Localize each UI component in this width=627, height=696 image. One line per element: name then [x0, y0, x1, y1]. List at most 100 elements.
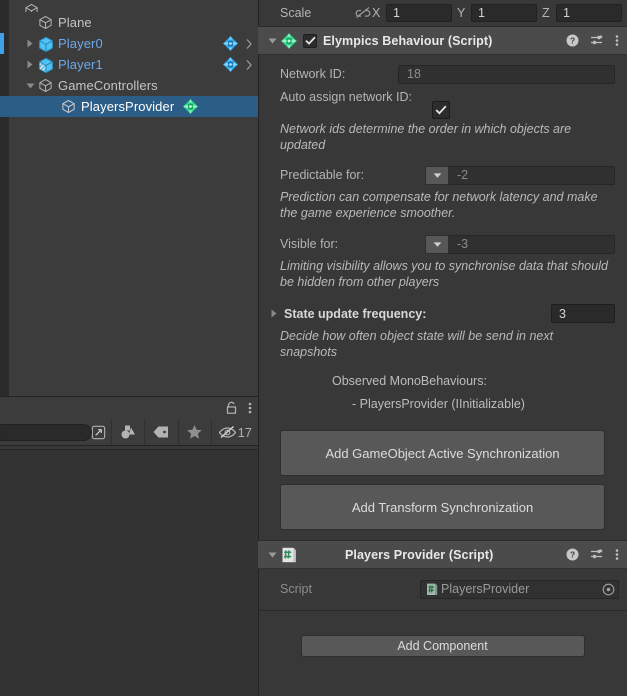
help-icon[interactable]: ?: [566, 548, 579, 561]
label-tag-filter-icon[interactable]: [145, 419, 177, 445]
add-component-area: Add Component: [258, 611, 627, 657]
elympics-gem-icon[interactable]: [222, 35, 239, 52]
cube-icon: [37, 77, 54, 94]
chevron-right-icon[interactable]: [244, 58, 254, 72]
chevron-down-icon[interactable]: [264, 551, 280, 559]
network-id-value: 18: [398, 64, 615, 84]
network-id-row: Network ID: 18: [258, 63, 627, 85]
cube-icon: [60, 98, 77, 115]
project-tab-strip: [0, 396, 258, 419]
preset-icon[interactable]: [590, 34, 604, 47]
predictable-for-value: -2: [449, 165, 615, 185]
script-value: PlayersProvider: [441, 582, 530, 596]
elympics-behaviour-body: Network ID: 18 Auto assign network ID: N…: [258, 55, 627, 540]
project-toolbar: 17: [0, 419, 258, 446]
hierarchy-row-clipped[interactable]: [0, 0, 258, 12]
elympics-gem-icon[interactable]: [182, 98, 199, 115]
lock-icon[interactable]: [225, 401, 238, 415]
scale-x-axis: X 1: [372, 4, 452, 22]
hierarchy-row-player0[interactable]: Player0: [0, 33, 258, 54]
cs-script-icon: [425, 583, 438, 596]
help-icon[interactable]: ?: [566, 34, 579, 47]
left-column: Plane Player0 Player1 GameControllers Pl…: [0, 0, 258, 696]
component-header-players-provider[interactable]: Players Provider (Script) ?: [258, 541, 627, 569]
hierarchy-row-gamecontrollers[interactable]: GameControllers: [0, 75, 258, 96]
chevron-down-icon[interactable]: [23, 75, 37, 96]
scale-z-input[interactable]: 1: [556, 4, 622, 22]
component-header-actions: ?: [566, 34, 619, 47]
inspector-panel: Scale X 1 Y 1 Z 1 Elympics Behaviour (Sc…: [258, 0, 627, 695]
network-id-label: Network ID:: [280, 67, 346, 81]
script-field-row: Script PlayersProvider: [258, 576, 627, 602]
search-input[interactable]: [2, 424, 76, 442]
elympics-gem-icon[interactable]: [222, 56, 239, 73]
hidden-objects-filter[interactable]: 17: [212, 419, 258, 445]
hidden-objects-count: 17: [237, 424, 253, 440]
predictable-for-label: Predictable for:: [280, 168, 365, 182]
chevron-down-icon[interactable]: [264, 37, 280, 45]
observed-monobehaviours-title: Observed MonoBehaviours:: [332, 374, 487, 388]
scale-y-input[interactable]: 1: [471, 4, 537, 22]
script-label: Script: [280, 582, 312, 596]
svg-text:?: ?: [570, 550, 575, 560]
auto-assign-checkbox[interactable]: [432, 101, 450, 119]
chevron-right-icon[interactable]: [244, 37, 254, 51]
add-component-button[interactable]: Add Component: [300, 635, 585, 657]
component-header-elympics-behaviour[interactable]: Elympics Behaviour (Script) ?: [258, 27, 627, 55]
favorite-star-filter-icon[interactable]: [178, 419, 210, 445]
component-header-actions: ?: [566, 548, 619, 561]
hierarchy-row-right-icons: [222, 35, 258, 52]
observed-monobehaviour-item: - PlayersProvider (IInitializable): [352, 397, 525, 411]
axis-label-y: Y: [457, 6, 466, 20]
visible-for-row: Visible for: -3: [258, 232, 627, 256]
component-title: Players Provider (Script): [345, 547, 494, 562]
chevron-right-icon[interactable]: [266, 309, 282, 318]
hierarchy-row-playersprovider[interactable]: PlayersProvider: [0, 96, 258, 117]
kebab-menu-icon[interactable]: [615, 34, 619, 47]
hierarchy-row-plane[interactable]: Plane: [0, 12, 258, 33]
visible-for-help: Limiting visibility allows you to synchr…: [280, 259, 608, 289]
visible-for-value: -3: [449, 234, 615, 254]
predictable-for-dropdown[interactable]: [425, 165, 449, 185]
project-content-area[interactable]: [0, 449, 258, 696]
transform-scale-row: Scale X 1 Y 1 Z 1: [258, 0, 627, 27]
chevron-right-icon[interactable]: [23, 33, 37, 54]
state-update-frequency-input[interactable]: 3: [551, 304, 615, 323]
predictable-for-help: Prediction can compensate for network la…: [280, 190, 598, 220]
scale-label: Scale: [280, 6, 312, 20]
cs-script-icon: [280, 546, 298, 564]
hierarchy-row-label: Player1: [58, 57, 103, 72]
kebab-menu-icon[interactable]: [248, 401, 252, 415]
cube-icon: [23, 2, 40, 12]
hierarchy-row-label: Plane: [58, 15, 92, 30]
project-search[interactable]: [0, 423, 92, 442]
scale-y-axis: Y 1: [457, 4, 537, 22]
hierarchy-row-player1[interactable]: Player1: [0, 54, 258, 75]
kebab-menu-icon[interactable]: [615, 548, 619, 561]
auto-assign-label: Auto assign network ID:: [280, 90, 413, 104]
project-panel: 17: [0, 396, 258, 696]
scale-x-input[interactable]: 1: [386, 4, 452, 22]
prefab-variant-cube-icon: [37, 56, 54, 73]
axis-label-z: Z: [542, 6, 550, 20]
object-type-filter-icon[interactable]: [112, 419, 144, 445]
predictable-for-row: Predictable for: -2: [258, 163, 627, 187]
link-broken-icon[interactable]: [354, 6, 372, 20]
preset-icon[interactable]: [590, 548, 604, 561]
axis-label-x: X: [372, 6, 381, 20]
component-enabled-checkbox[interactable]: [303, 33, 317, 48]
script-object-field[interactable]: PlayersProvider: [420, 579, 619, 599]
add-transform-sync-button[interactable]: Add Transform Synchronization: [280, 484, 605, 530]
visible-for-dropdown[interactable]: [425, 234, 449, 254]
prefab-cube-icon: [37, 35, 54, 52]
chevron-right-icon[interactable]: [23, 54, 37, 75]
component-title: Elympics Behaviour (Script): [323, 33, 493, 48]
cube-icon: [37, 14, 54, 31]
visible-for-label: Visible for:: [280, 237, 339, 251]
object-picker-icon[interactable]: [601, 582, 615, 596]
state-update-frequency-label: State update frequency:: [284, 306, 427, 321]
scale-z-axis: Z 1: [542, 4, 622, 22]
players-provider-body: Script PlayersProvider: [258, 569, 627, 610]
svg-text:?: ?: [570, 36, 575, 46]
add-gameobject-active-sync-button[interactable]: Add GameObject Active Synchronization: [280, 430, 605, 476]
